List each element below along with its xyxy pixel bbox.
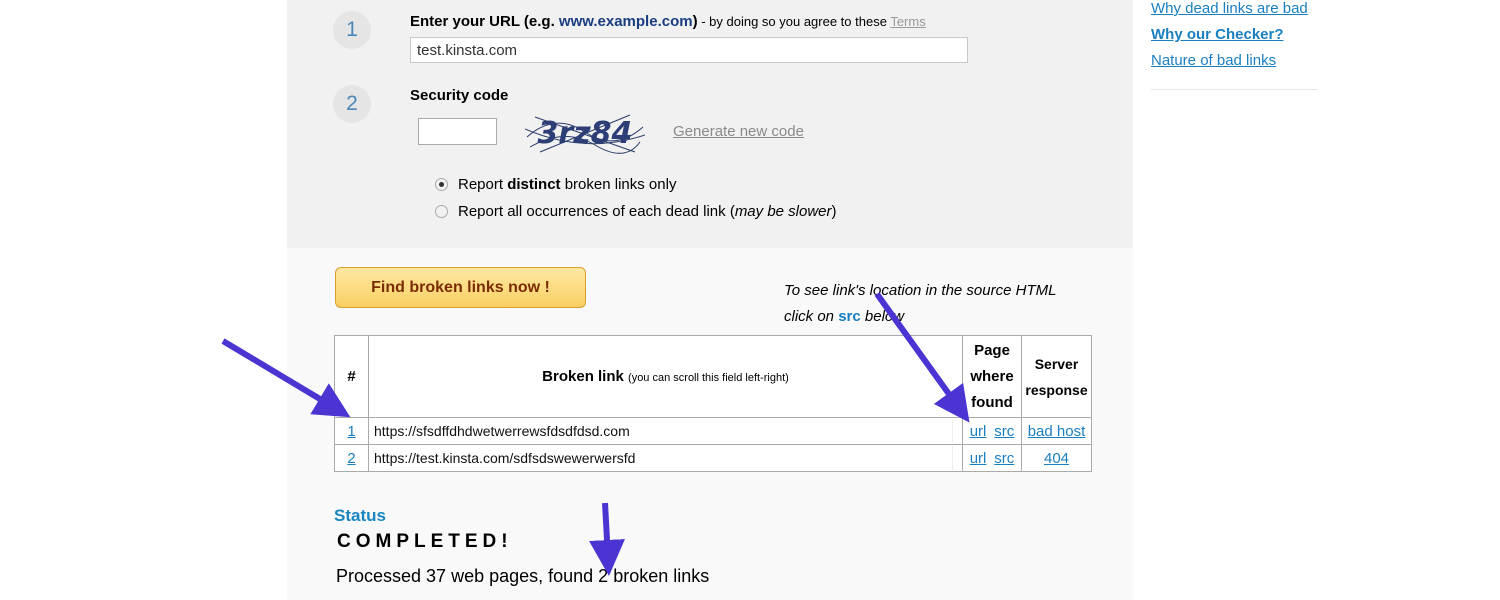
terms-link[interactable]: Terms <box>890 14 925 29</box>
form-section: 1 Enter your URL (e.g. www.example.com) … <box>287 0 1133 248</box>
generate-code-link[interactable]: Generate new code <box>673 123 804 140</box>
step-2-badge: 2 <box>333 85 371 123</box>
captcha-image: 3rz84 <box>525 107 645 157</box>
row-number-link[interactable]: 2 <box>347 450 355 467</box>
status-title: Status <box>334 506 386 525</box>
sidebar-link-why-checker[interactable]: Why our Checker? <box>1151 26 1284 43</box>
table-row: 2 https://test.kinsta.com/sdfsdswewerwer… <box>334 444 1092 472</box>
find-broken-links-button[interactable]: Find broken links now ! <box>335 267 586 308</box>
checker-panel: 1 Enter your URL (e.g. www.example.com) … <box>287 0 1133 600</box>
step-1-badge: 1 <box>333 11 371 49</box>
src-link[interactable]: src <box>994 423 1014 440</box>
radio-all[interactable] <box>435 205 448 218</box>
broken-link-field[interactable]: https://sfsdffdhdwetwerrewsfdsdfdsd.com <box>371 419 953 443</box>
captcha-text: 3rz84 <box>538 116 633 151</box>
option-all-occurrences[interactable]: Report all occurrences of each dead link… <box>435 203 837 220</box>
header-broken-link: Broken link (you can scroll this field l… <box>368 335 963 418</box>
sidebar-divider <box>1151 89 1318 90</box>
status-completed: COMPLETED! <box>337 531 513 552</box>
server-response-link[interactable]: bad host <box>1028 423 1086 440</box>
header-num: # <box>334 335 369 418</box>
table-row: 1 https://sfsdffdhdwetwerrewsfdsdfdsd.co… <box>334 417 1092 445</box>
url-label: Enter your URL (e.g. www.example.com) - … <box>410 13 926 30</box>
url-input[interactable]: test.kinsta.com <box>410 37 968 63</box>
option-distinct[interactable]: Report distinct broken links only <box>435 176 676 193</box>
url-link[interactable]: url <box>970 423 987 440</box>
broken-link-field[interactable]: https://test.kinsta.com/sdfsdswewerwersf… <box>371 446 953 470</box>
row-number-link[interactable]: 1 <box>347 423 355 440</box>
header-page-found: Page where found <box>962 335 1022 418</box>
results-table: # Broken link (you can scroll this field… <box>334 335 1092 472</box>
radio-distinct[interactable] <box>435 178 448 191</box>
server-response-link[interactable]: 404 <box>1044 450 1069 467</box>
src-link[interactable]: src <box>994 450 1014 467</box>
src-hint: To see link's location in the source HTM… <box>784 282 1057 325</box>
sidebar-link-nature-bad-links[interactable]: Nature of bad links <box>1151 52 1276 69</box>
url-link[interactable]: url <box>970 450 987 467</box>
header-server-response: Server response <box>1021 335 1092 418</box>
security-code-input[interactable] <box>418 118 497 145</box>
status-summary: Processed 37 web pages, found 2 broken l… <box>336 566 710 586</box>
sidebar-link-why-dead-links[interactable]: Why dead links are bad <box>1151 0 1308 17</box>
security-code-label: Security code <box>410 87 509 104</box>
